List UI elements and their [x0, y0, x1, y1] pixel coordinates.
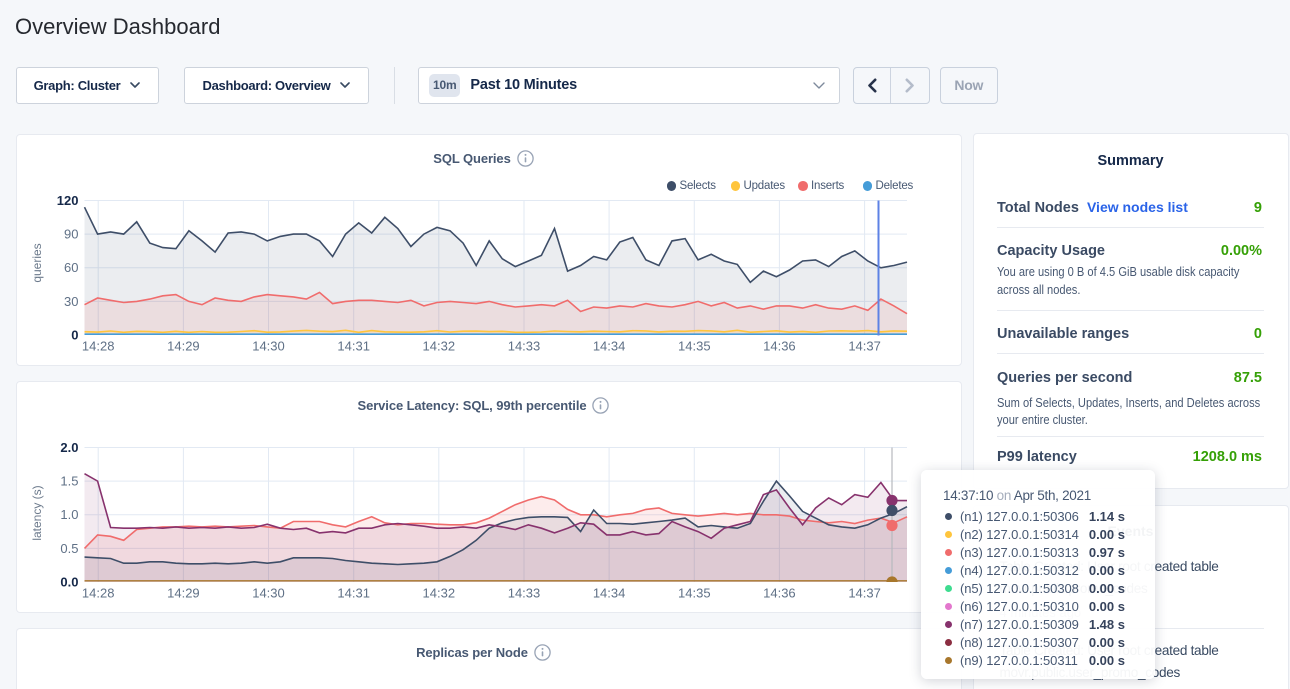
svg-text:14:37: 14:37: [848, 585, 881, 600]
svg-text:14:28: 14:28: [81, 338, 114, 353]
svg-text:14:29: 14:29: [167, 585, 200, 600]
svg-text:14:36: 14:36: [763, 338, 796, 353]
svg-text:14:37: 14:37: [848, 338, 881, 353]
svg-text:14:35: 14:35: [678, 585, 711, 600]
svg-text:60: 60: [64, 260, 78, 275]
svg-text:14:34: 14:34: [592, 585, 625, 600]
svg-text:14:36: 14:36: [763, 585, 796, 600]
svg-text:14:29: 14:29: [167, 338, 200, 353]
svg-text:2.0: 2.0: [60, 440, 78, 455]
svg-text:14:31: 14:31: [337, 338, 370, 353]
svg-text:1.0: 1.0: [60, 507, 78, 522]
svg-text:14:28: 14:28: [81, 585, 114, 600]
svg-text:14:35: 14:35: [678, 338, 711, 353]
svg-text:90: 90: [64, 226, 78, 241]
svg-text:14:32: 14:32: [422, 585, 455, 600]
svg-text:14:32: 14:32: [422, 338, 455, 353]
svg-text:14:30: 14:30: [252, 585, 285, 600]
svg-text:14:33: 14:33: [507, 338, 540, 353]
svg-text:0.0: 0.0: [60, 574, 78, 589]
svg-text:1.5: 1.5: [60, 473, 78, 488]
svg-text:30: 30: [64, 293, 78, 308]
svg-text:0.5: 0.5: [60, 540, 78, 555]
svg-text:14:30: 14:30: [252, 338, 285, 353]
svg-text:14:31: 14:31: [337, 585, 370, 600]
svg-text:120: 120: [56, 193, 78, 208]
svg-text:14:34: 14:34: [592, 338, 625, 353]
svg-text:14:33: 14:33: [507, 585, 540, 600]
svg-text:0: 0: [71, 327, 78, 342]
